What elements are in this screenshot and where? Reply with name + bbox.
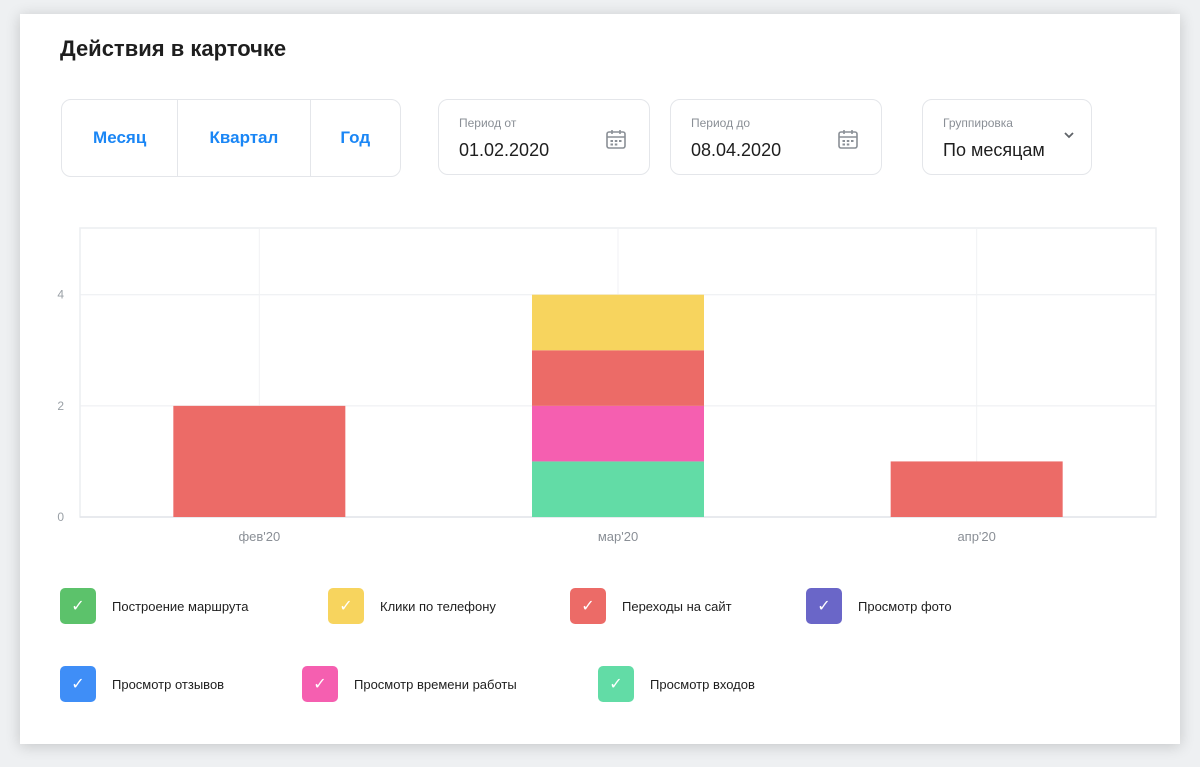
card: Действия в карточке Месяц Квартал Год Пе… [20,14,1180,744]
legend-item[interactable]: ✓ Просмотр фото [806,588,952,624]
legend-label: Построение маршрута [112,598,249,614]
checkbox-checked-icon[interactable]: ✓ [328,588,364,624]
checkbox-checked-icon[interactable]: ✓ [60,666,96,702]
bar-chart: 0 2 4 фев'20 мар'20 апр'20 [57,227,1157,544]
legend-item[interactable]: ✓ Просмотр времени работы [302,666,517,702]
y-tick-label: 4 [57,288,64,302]
checkbox-checked-icon[interactable]: ✓ [60,588,96,624]
bar-segment [532,405,704,462]
legend-label: Просмотр времени работы [354,676,517,692]
y-tick-label: 2 [57,399,64,413]
bar-segment [173,405,346,517]
x-tick-label: мар'20 [598,529,638,544]
legend-item[interactable]: ✓ Переходы на сайт [570,588,732,624]
bar-segment [532,294,704,351]
checkbox-checked-icon[interactable]: ✓ [598,666,634,702]
bar-segment [532,461,704,517]
bar-segment [890,461,1063,517]
x-tick-label: апр'20 [957,529,995,544]
legend-label: Клики по телефону [380,598,496,614]
checkbox-checked-icon[interactable]: ✓ [570,588,606,624]
legend-label: Просмотр отзывов [112,676,225,692]
legend-item[interactable]: ✓ Просмотр отзывов [60,666,224,702]
legend-label: Просмотр входов [650,676,755,692]
bar-segment [532,350,704,406]
legend-label: Переходы на сайт [622,598,732,614]
legend-label: Просмотр фото [858,598,952,614]
checkbox-checked-icon[interactable]: ✓ [806,588,842,624]
x-tick-label: фев'20 [238,529,280,544]
y-tick-label: 0 [57,510,64,524]
checkbox-checked-icon[interactable]: ✓ [302,666,338,702]
legend-item[interactable]: ✓ Клики по телефону [328,588,496,624]
legend-item[interactable]: ✓ Построение маршрута [60,588,248,624]
legend-item[interactable]: ✓ Просмотр входов [598,666,755,702]
